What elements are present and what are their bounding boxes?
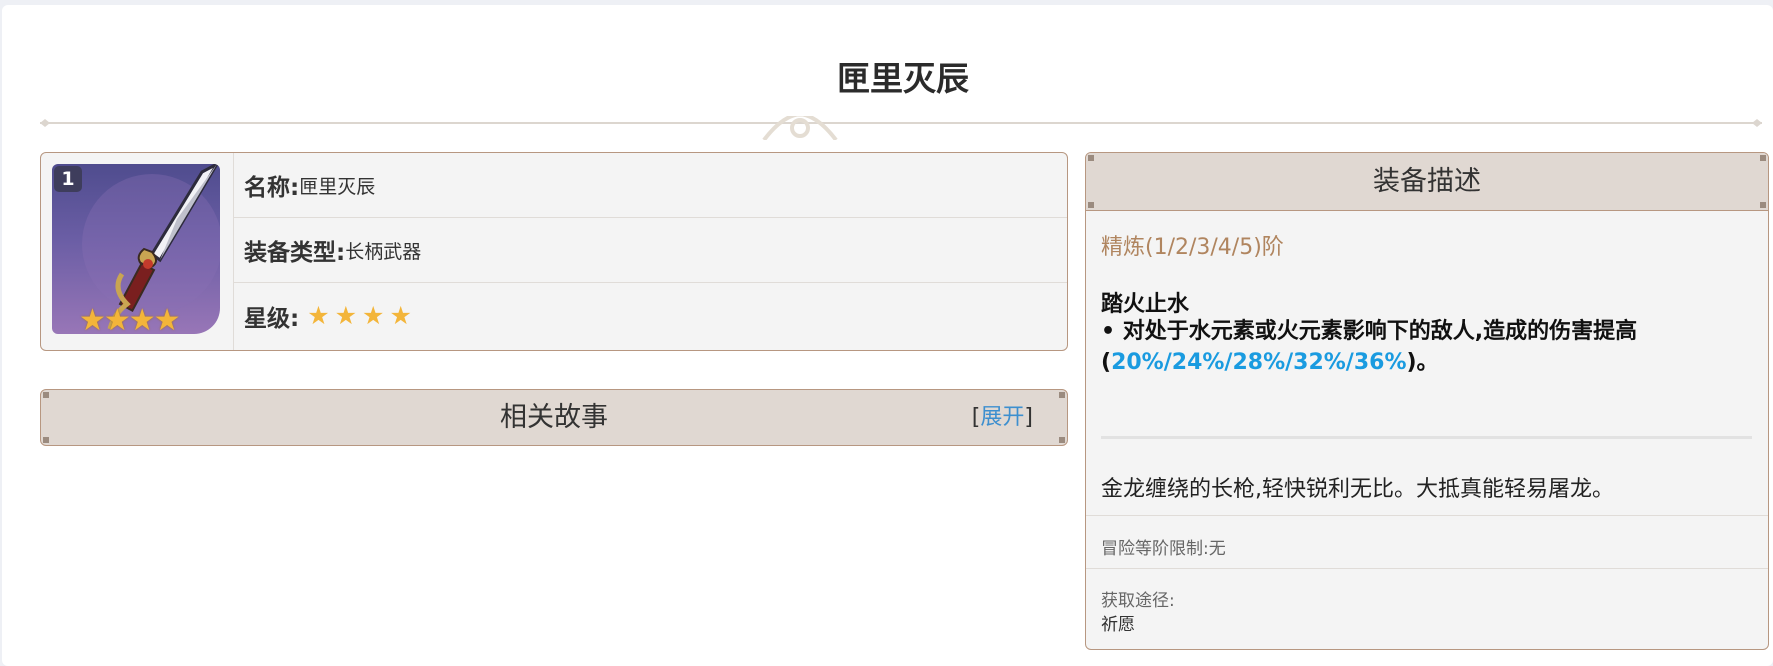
related-story-title: 相关故事: [500, 402, 608, 433]
passive-name: 踏火止水: [1101, 292, 1190, 317]
expand-toggle: [展开]: [972, 390, 1033, 445]
icon-star-rating: ★★★★: [79, 303, 181, 335]
divider: [1086, 515, 1768, 516]
rarity-stars: ★ ★ ★ ★: [307, 301, 417, 330]
flavor-text: 金龙缠绕的长枪,轻快锐利无比。大抵真能轻易屠龙。: [1101, 477, 1614, 502]
description-header: 装备描述: [1086, 153, 1768, 211]
divider: [1101, 436, 1752, 439]
page-container: 匣里灭辰 1 ★★★★ 名称: 匣里灭辰 装备类型: 长柄武器 星级: ★ ★ …: [2, 5, 1773, 666]
level-limit: 冒险等阶限制:无: [1101, 539, 1226, 559]
passive-text-end: )。: [1406, 350, 1439, 375]
weapon-info-card: 1 ★★★★ 名称: 匣里灭辰 装备类型: 长柄武器 星级: ★ ★ ★ ★: [40, 152, 1068, 351]
name-value: 匣里灭辰: [299, 175, 376, 198]
related-story-panel[interactable]: 相关故事 [展开]: [40, 389, 1068, 446]
weapon-icon: 1 ★★★★: [52, 164, 220, 334]
info-row-name: 名称: 匣里灭辰: [234, 153, 1067, 218]
source-label: 获取途径:: [1101, 591, 1175, 611]
equipment-description-card: 装备描述 精炼(1/2/3/4/5)阶 踏火止水 • 对处于水元素或火元素影响下…: [1085, 152, 1769, 650]
description-title: 装备描述: [1373, 166, 1481, 197]
info-row-rarity: 星级: ★ ★ ★ ★: [234, 283, 1067, 348]
bracket-close: ]: [1024, 405, 1033, 430]
name-label: 名称:: [244, 175, 300, 201]
type-value: 长柄武器: [345, 240, 422, 263]
page-title: 匣里灭辰: [837, 59, 969, 98]
refine-badge: 1: [54, 166, 82, 192]
source-value: 祈愿: [1101, 615, 1135, 635]
star-icon: ★: [362, 301, 385, 330]
expand-link[interactable]: 展开: [980, 405, 1024, 430]
passive-values: 20%/24%/28%/32%/36%: [1111, 350, 1407, 375]
rarity-label: 星级:: [244, 305, 300, 332]
passive-description: • 对处于水元素或火元素影响下的敌人,造成的伤害提高(20%/24%/28%/3…: [1101, 316, 1761, 378]
weapon-icon-cell: 1 ★★★★: [41, 153, 234, 350]
info-row-type: 装备类型: 长柄武器: [234, 218, 1067, 283]
refine-levels: 精炼(1/2/3/4/5)阶: [1101, 235, 1284, 260]
type-label: 装备类型:: [244, 240, 346, 266]
star-icon: ★: [307, 301, 330, 330]
divider: [1086, 568, 1768, 569]
ornament-divider-icon: [40, 116, 1762, 140]
star-icon: ★: [334, 301, 358, 330]
star-icon: ★: [389, 301, 412, 330]
